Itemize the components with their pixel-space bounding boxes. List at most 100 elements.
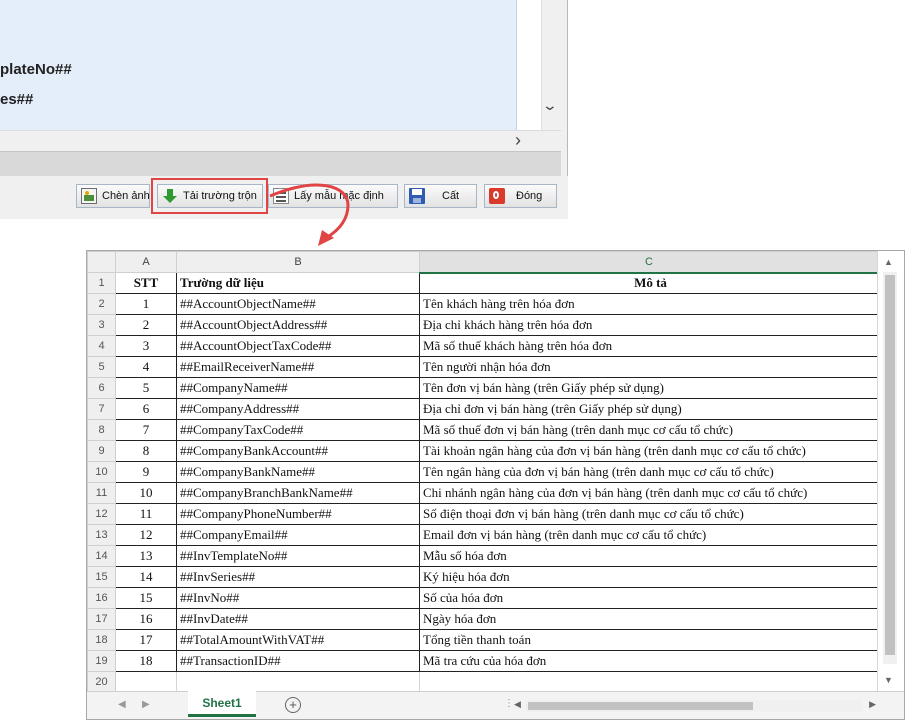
tab-split-handle-icon[interactable]: ⋮	[504, 698, 514, 709]
cell-stt[interactable]: 8	[115, 440, 177, 462]
row-header[interactable]: 19	[87, 650, 116, 672]
scroll-right-icon[interactable]: ▶	[869, 699, 876, 710]
cell-stt[interactable]: 7	[115, 419, 177, 441]
cell-description[interactable]: Tên khách hàng trên hóa đơn	[419, 293, 879, 315]
cell-stt[interactable]: 5	[115, 377, 177, 399]
cell-field[interactable]: ##TransactionID##	[176, 650, 420, 672]
row-header[interactable]: 14	[87, 545, 116, 567]
sheet-horizontal-scrollbar[interactable]: ◀ ▶	[514, 699, 876, 713]
row-header[interactable]: 15	[87, 566, 116, 588]
cell-field[interactable]: ##CompanyPhoneNumber##	[176, 503, 420, 525]
cell-description[interactable]: Địa chỉ đơn vị bán hàng (trên Giấy phép …	[419, 398, 879, 420]
editor-vertical-scrollbar[interactable]: ⌄	[541, 0, 562, 130]
row-header[interactable]: 11	[87, 482, 116, 504]
sheet-vertical-scrollbar[interactable]: ▲ ▼	[877, 251, 904, 691]
cell-description[interactable]: Tên đơn vị bán hàng (trên Giấy phép sử d…	[419, 377, 879, 399]
cell-description[interactable]: Mẫu số hóa đơn	[419, 545, 879, 567]
cell-stt[interactable]: 14	[115, 566, 177, 588]
row-header[interactable]: 16	[87, 587, 116, 609]
template-editor[interactable]: plateNo## es##	[0, 0, 542, 130]
row-header[interactable]: 6	[87, 377, 116, 399]
cell-stt[interactable]: 18	[115, 650, 177, 672]
editor-horizontal-scrollbar[interactable]: ›	[0, 130, 561, 151]
cell-description[interactable]: Số điện thoại đơn vị bán hàng (trên danh…	[419, 503, 879, 525]
cell-description[interactable]: Mã tra cứu của hóa đơn	[419, 650, 879, 672]
header-cell-description[interactable]: Mô tả	[419, 272, 879, 294]
row-header[interactable]: 20	[87, 671, 116, 693]
chevron-down-icon[interactable]: ⌄	[542, 97, 558, 114]
cell-field[interactable]: ##CompanyEmail##	[176, 524, 420, 546]
save-button[interactable]: Cất	[404, 184, 477, 208]
row-header[interactable]: 2	[87, 293, 116, 315]
cell-field[interactable]: ##InvDate##	[176, 608, 420, 630]
cell-description[interactable]: Chi nhánh ngân hàng của đơn vị bán hàng …	[419, 482, 879, 504]
cell-description[interactable]: Email đơn vị bán hàng (trên danh mục cơ …	[419, 524, 879, 546]
scroll-up-icon[interactable]: ▲	[884, 257, 893, 267]
header-cell-field[interactable]: Trường dữ liệu	[176, 272, 420, 294]
row-header[interactable]: 10	[87, 461, 116, 483]
cell-field[interactable]: ##CompanyAddress##	[176, 398, 420, 420]
empty-cell[interactable]	[115, 671, 177, 693]
column-header-a[interactable]: A	[115, 251, 177, 273]
cell-stt[interactable]: 1	[115, 293, 177, 315]
cell-field[interactable]: ##AccountObjectName##	[176, 293, 420, 315]
cell-description[interactable]: Ngày hóa đơn	[419, 608, 879, 630]
row-header[interactable]: 9	[87, 440, 116, 462]
row-header[interactable]: 1	[87, 272, 116, 294]
cell-field[interactable]: ##CompanyBankName##	[176, 461, 420, 483]
cell-field[interactable]: ##CompanyName##	[176, 377, 420, 399]
tab-prev-icon[interactable]: ◀	[118, 699, 126, 710]
cell-description[interactable]: Tên người nhận hóa đơn	[419, 356, 879, 378]
cell-stt[interactable]: 10	[115, 482, 177, 504]
chevron-right-icon[interactable]: ›	[515, 130, 521, 151]
row-header[interactable]: 18	[87, 629, 116, 651]
row-header[interactable]: 4	[87, 335, 116, 357]
hscroll-thumb[interactable]	[528, 702, 753, 710]
empty-cell[interactable]	[419, 671, 879, 693]
column-header-b[interactable]: B	[176, 251, 420, 273]
tab-sheet1[interactable]: Sheet1	[188, 691, 256, 717]
cell-field[interactable]: ##AccountObjectAddress##	[176, 314, 420, 336]
cell-description[interactable]: Địa chỉ khách hàng trên hóa đơn	[419, 314, 879, 336]
close-button[interactable]: Đóng	[484, 184, 557, 208]
cell-field[interactable]: ##CompanyBranchBankName##	[176, 482, 420, 504]
row-header[interactable]: 8	[87, 419, 116, 441]
scroll-down-icon[interactable]: ▼	[884, 675, 893, 685]
cell-stt[interactable]: 12	[115, 524, 177, 546]
column-header-c[interactable]: C	[419, 251, 879, 274]
cell-stt[interactable]: 13	[115, 545, 177, 567]
cell-stt[interactable]: 15	[115, 587, 177, 609]
cell-description[interactable]: Tổng tiền thanh toán	[419, 629, 879, 651]
cell-description[interactable]: Tên ngân hàng của đơn vị bán hàng (trên …	[419, 461, 879, 483]
row-header[interactable]: 5	[87, 356, 116, 378]
select-all-corner[interactable]	[87, 251, 116, 273]
cell-field[interactable]: ##InvNo##	[176, 587, 420, 609]
tab-next-icon[interactable]: ▶	[142, 699, 150, 710]
cell-description[interactable]: Số của hóa đơn	[419, 587, 879, 609]
cell-stt[interactable]: 16	[115, 608, 177, 630]
row-header[interactable]: 17	[87, 608, 116, 630]
row-header[interactable]: 7	[87, 398, 116, 420]
cell-description[interactable]: Mã số thuế khách hàng trên hóa đơn	[419, 335, 879, 357]
get-default-template-button[interactable]: Lấy mẫu mặc định	[268, 184, 398, 208]
cell-stt[interactable]: 9	[115, 461, 177, 483]
insert-image-button[interactable]: Chèn ảnh	[76, 184, 150, 208]
row-header[interactable]: 12	[87, 503, 116, 525]
cell-field[interactable]: ##InvTemplateNo##	[176, 545, 420, 567]
cell-field[interactable]: ##EmailReceiverName##	[176, 356, 420, 378]
editor-content[interactable]: plateNo## es##	[0, 0, 517, 130]
cell-stt[interactable]: 2	[115, 314, 177, 336]
cell-field[interactable]: ##InvSeries##	[176, 566, 420, 588]
cell-stt[interactable]: 11	[115, 503, 177, 525]
add-sheet-icon[interactable]: +	[285, 697, 301, 713]
cell-field[interactable]: ##CompanyBankAccount##	[176, 440, 420, 462]
cell-stt[interactable]: 6	[115, 398, 177, 420]
cell-description[interactable]: Mã số thuế đơn vị bán hàng (trên danh mụ…	[419, 419, 879, 441]
cell-stt[interactable]: 17	[115, 629, 177, 651]
row-header[interactable]: 3	[87, 314, 116, 336]
cell-description[interactable]: Ký hiệu hóa đơn	[419, 566, 879, 588]
cell-description[interactable]: Tài khoản ngân hàng của đơn vị bán hàng …	[419, 440, 879, 462]
empty-cell[interactable]	[176, 671, 420, 693]
cell-stt[interactable]: 4	[115, 356, 177, 378]
cell-field[interactable]: ##TotalAmountWithVAT##	[176, 629, 420, 651]
